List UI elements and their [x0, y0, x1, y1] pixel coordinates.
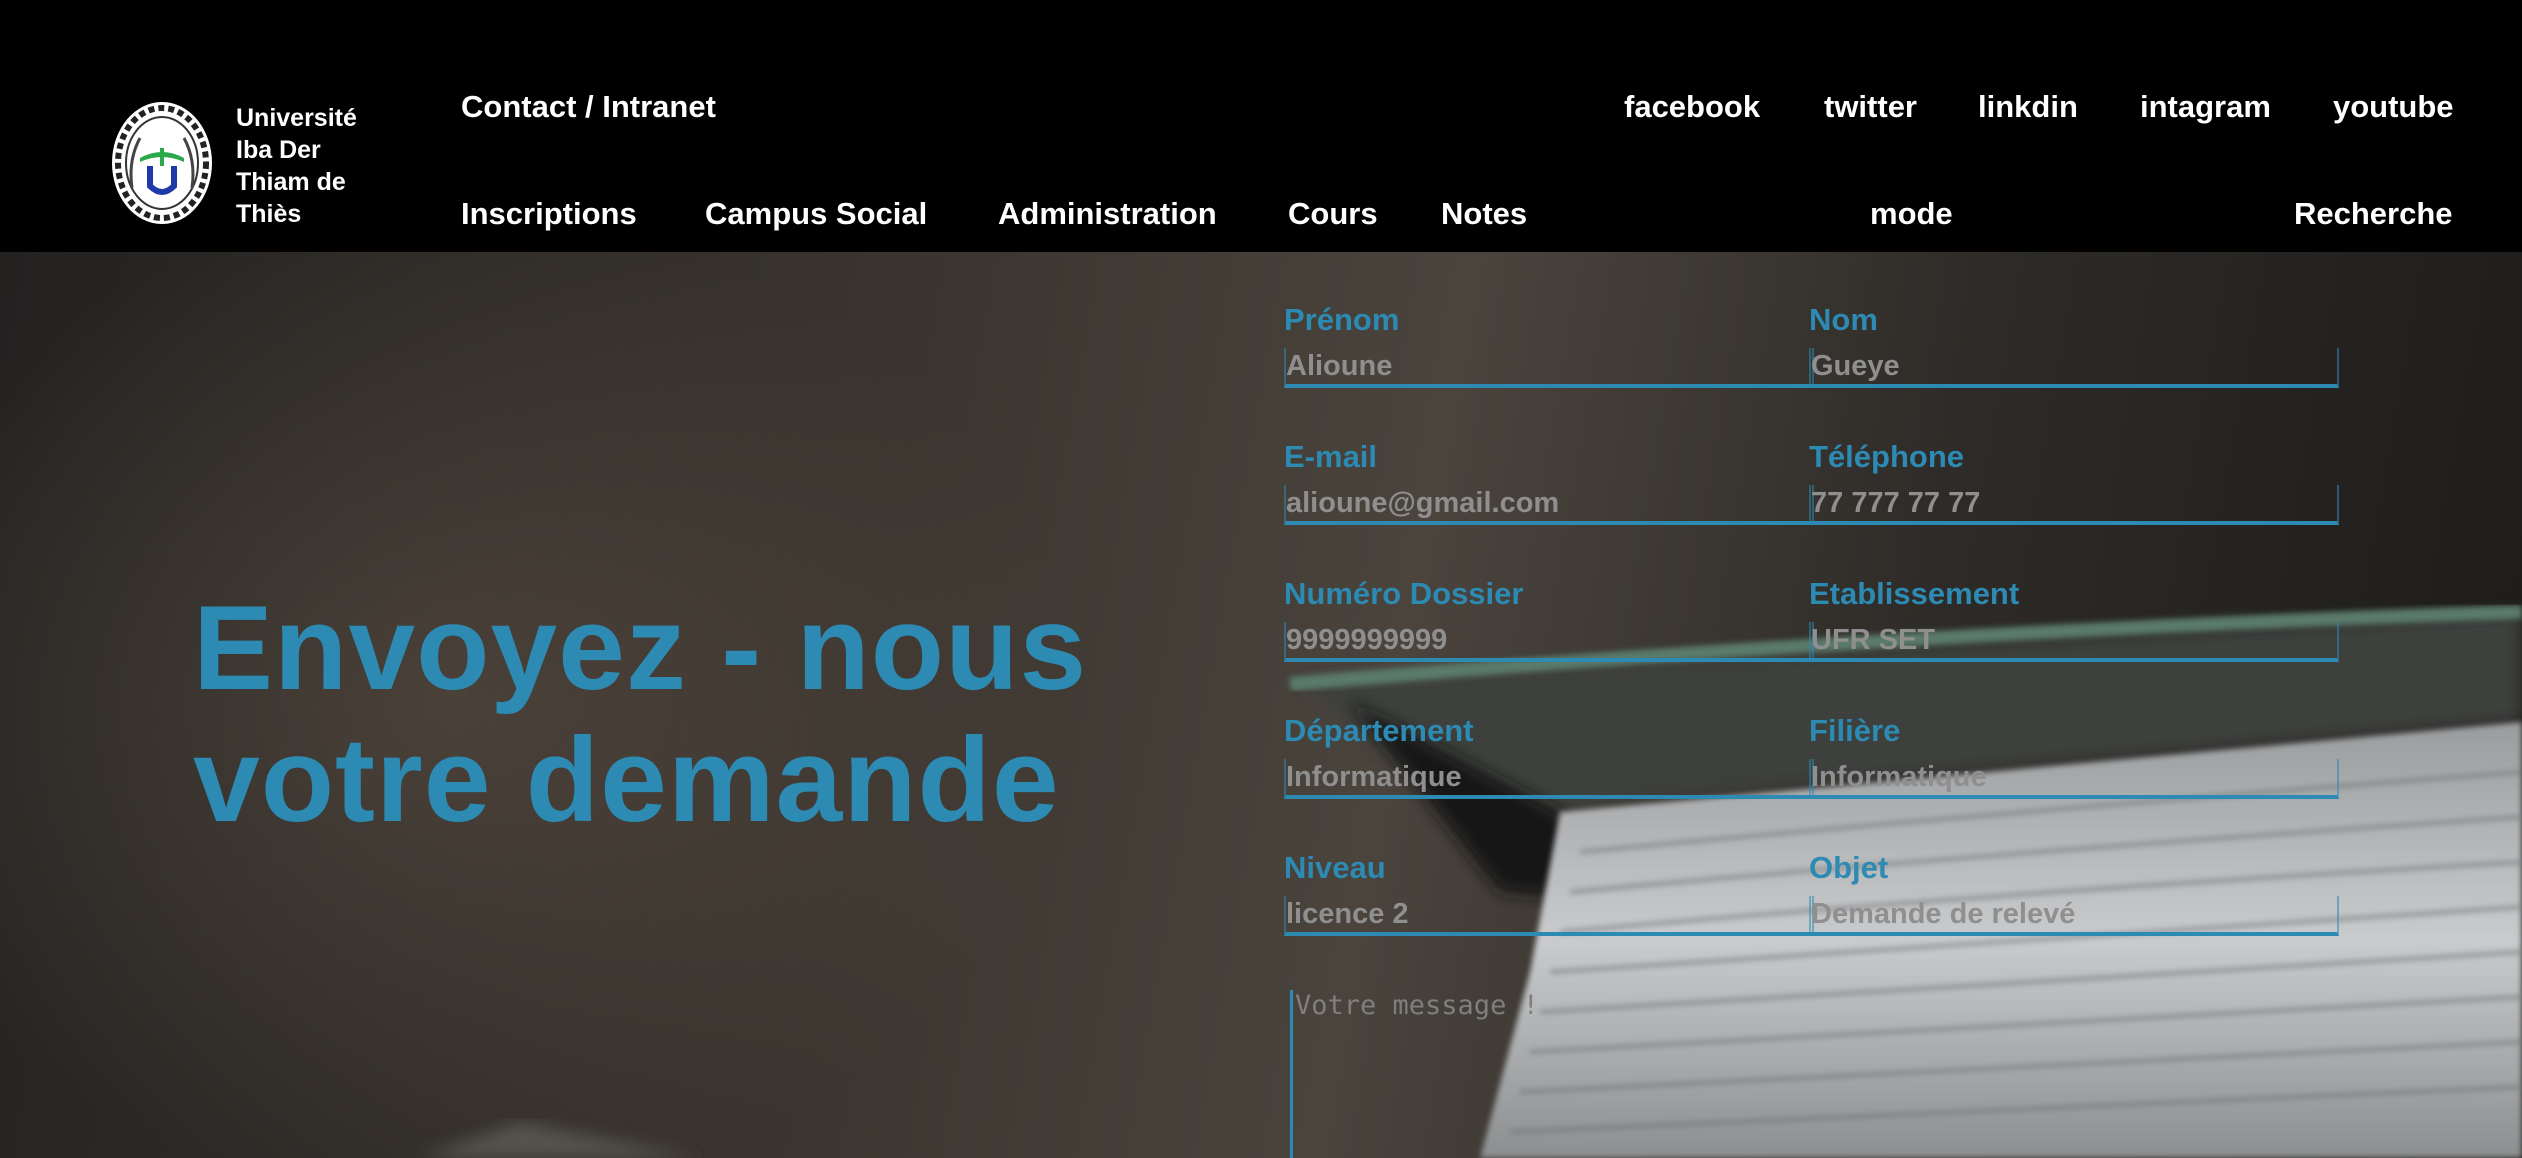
nav-notes[interactable]: Notes: [1441, 196, 1527, 232]
filiere-input[interactable]: [1809, 759, 2339, 799]
niveau-label: Niveau: [1284, 850, 1386, 885]
nav-inscriptions[interactable]: Inscriptions: [461, 196, 637, 232]
email-input[interactable]: [1284, 485, 1814, 525]
contact-intranet-link[interactable]: Contact / Intranet: [461, 89, 716, 125]
nom-input[interactable]: [1809, 348, 2339, 388]
nav-cours[interactable]: Cours: [1288, 196, 1378, 232]
linkedin-link[interactable]: linkdin: [1978, 89, 2078, 125]
filiere-label: Filière: [1809, 713, 1901, 748]
nom-label: Nom: [1809, 302, 1878, 337]
etablissement-label: Etablissement: [1809, 576, 2020, 611]
hero-title: Envoyez - nous votre demande: [193, 582, 1193, 846]
site-header: Université Iba Der Thiam de Thiès Contac…: [0, 0, 2522, 252]
prenom-input[interactable]: [1284, 348, 1814, 388]
instagram-link[interactable]: intagram: [2140, 89, 2271, 125]
university-name-line: Université: [236, 104, 357, 132]
youtube-link[interactable]: youtube: [2333, 89, 2454, 125]
nav-campus-social[interactable]: Campus Social: [705, 196, 927, 232]
university-name-line: Iba Der: [236, 136, 321, 164]
university-logo[interactable]: [110, 100, 214, 226]
departement-input[interactable]: [1284, 759, 1814, 799]
university-name-line: Thiès: [236, 200, 302, 228]
email-label: E-mail: [1284, 439, 1378, 474]
nav-administration[interactable]: Administration: [998, 196, 1217, 232]
objet-input[interactable]: [1809, 896, 2339, 936]
numero-dossier-label: Numéro Dossier: [1284, 576, 1524, 611]
hero-title-line: Envoyez - nous: [193, 581, 1088, 715]
numero-dossier-input[interactable]: [1284, 622, 1814, 662]
twitter-link[interactable]: twitter: [1824, 89, 1917, 125]
prenom-label: Prénom: [1284, 302, 1400, 337]
facebook-link[interactable]: facebook: [1624, 89, 1760, 125]
contact-hero: Envoyez - nous votre demande Prénom Nom …: [0, 252, 2522, 1158]
etablissement-input[interactable]: [1809, 622, 2339, 662]
niveau-input[interactable]: [1284, 896, 1814, 936]
departement-label: Département: [1284, 713, 1474, 748]
objet-label: Objet: [1809, 850, 1889, 885]
message-textarea[interactable]: [1290, 990, 2270, 1158]
mode-toggle[interactable]: mode: [1870, 196, 1953, 232]
telephone-label: Téléphone: [1809, 439, 1965, 474]
university-name-line: Thiam de: [236, 168, 346, 196]
hero-title-line: votre demande: [193, 713, 1060, 847]
search-link[interactable]: Recherche: [2294, 196, 2453, 232]
university-name: Université Iba Der Thiam de Thiès: [236, 102, 386, 230]
telephone-input[interactable]: [1809, 485, 2339, 525]
